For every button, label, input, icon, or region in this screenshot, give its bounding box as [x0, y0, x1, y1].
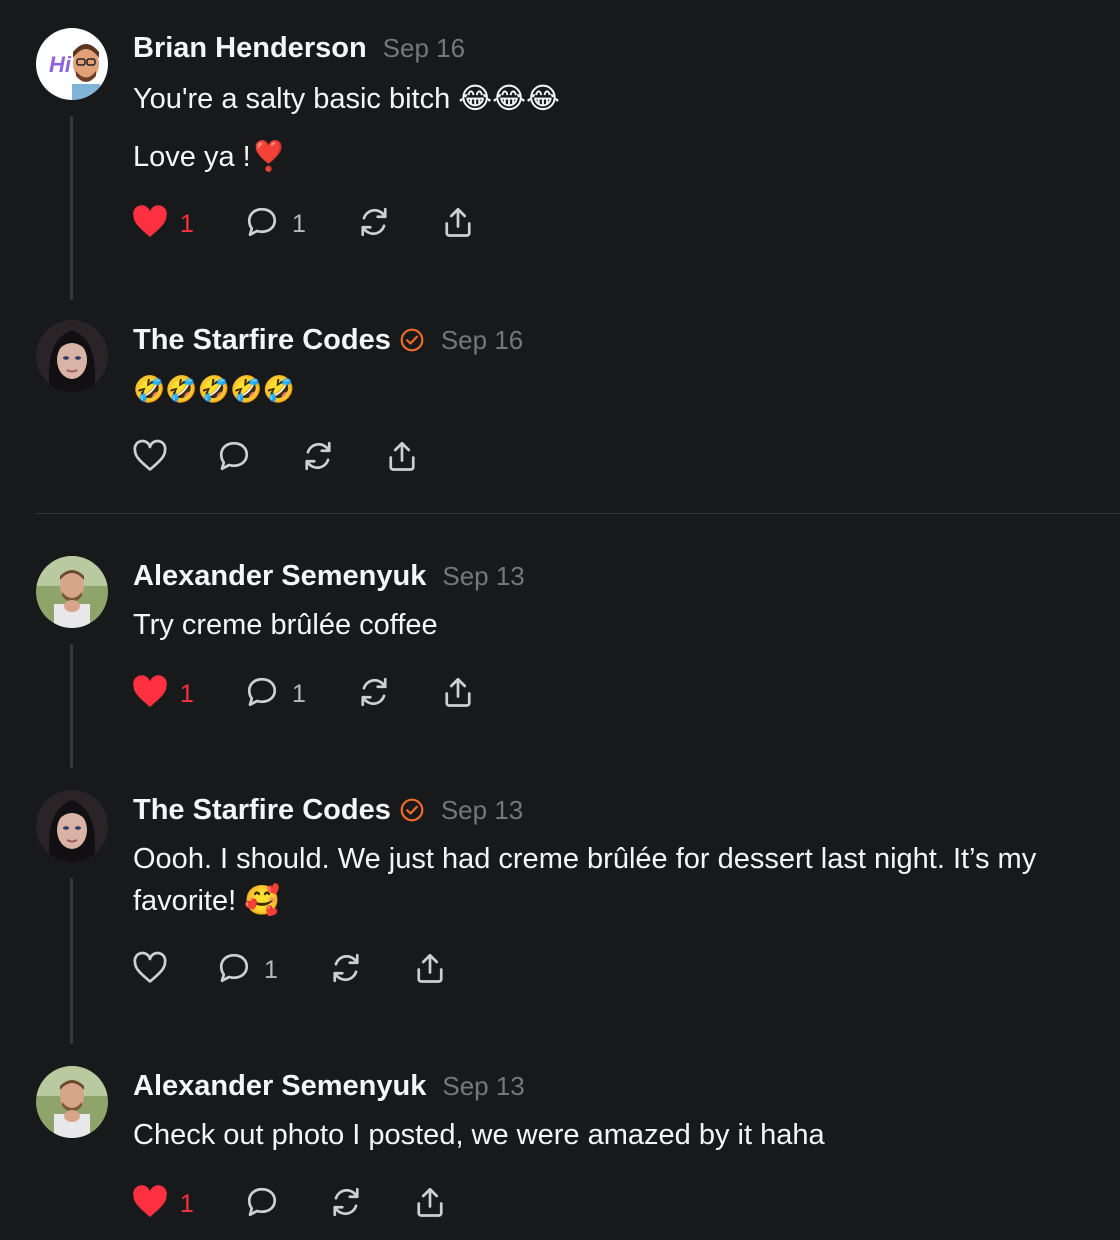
post-text-line: Check out photo I posted, we were amazed… — [133, 1119, 825, 1151]
reply-count: 1 — [292, 679, 306, 708]
post-date: Sep 13 — [442, 560, 525, 591]
post-text-line: Love ya !❣️ — [133, 141, 287, 173]
reply-count: 1 — [264, 955, 278, 984]
heart-filled-icon — [132, 204, 168, 244]
share-icon — [440, 674, 476, 715]
repost-icon — [328, 1184, 364, 1225]
heart-filled-icon — [132, 1184, 168, 1224]
heart-icon — [132, 951, 168, 990]
post-text-line: You're a salty basic bitch 😂😂😂 — [133, 83, 560, 115]
verified-badge-icon — [399, 797, 425, 823]
author-name[interactable]: The Starfire Codes — [133, 324, 391, 357]
thread-line — [70, 116, 73, 300]
share-button[interactable] — [412, 950, 448, 990]
comment-icon — [244, 204, 280, 245]
repost-icon — [356, 204, 392, 245]
like-count: 1 — [180, 679, 194, 708]
avatar[interactable] — [36, 790, 108, 862]
share-icon — [440, 204, 476, 245]
author-name[interactable]: The Starfire Codes — [133, 794, 391, 827]
avatar[interactable]: Hi — [36, 28, 108, 100]
like-count: 1 — [180, 209, 194, 238]
like-button[interactable]: 1 — [132, 1184, 194, 1224]
share-icon — [412, 950, 448, 991]
comment-icon — [244, 674, 280, 715]
post-text-line: 🤣🤣🤣🤣🤣 — [133, 374, 295, 404]
post-date: Sep 16 — [440, 324, 524, 355]
post-body: 🤣🤣🤣🤣🤣 — [133, 368, 1108, 410]
post-date: Sep 16 — [382, 32, 466, 63]
repost-button[interactable] — [328, 950, 364, 990]
repost-button[interactable] — [300, 438, 336, 478]
reply-button[interactable] — [244, 1184, 280, 1224]
share-icon — [384, 438, 420, 479]
repost-button[interactable] — [356, 204, 392, 244]
post-body: Try creme brûlée coffee — [133, 604, 1108, 646]
reply-button[interactable]: 1 — [244, 674, 306, 714]
comment-icon — [244, 1184, 280, 1225]
like-button[interactable] — [132, 438, 168, 478]
reply-button[interactable] — [216, 438, 252, 478]
avatar[interactable] — [36, 1066, 108, 1138]
repost-button[interactable] — [328, 1184, 364, 1224]
avatar[interactable] — [36, 556, 108, 628]
share-button[interactable] — [440, 204, 476, 244]
author-name[interactable]: Alexander Semenyuk — [133, 1070, 426, 1103]
post-body: You're a salty basic bitch 😂😂😂 Love ya !… — [133, 78, 1108, 178]
repost-button[interactable] — [356, 674, 392, 714]
comment-icon — [216, 438, 252, 479]
thread-line — [70, 878, 73, 1044]
repost-icon — [300, 438, 336, 479]
post-text-line: Try creme brûlée coffee — [133, 609, 438, 641]
reply-button[interactable]: 1 — [216, 950, 278, 990]
share-icon — [412, 1184, 448, 1225]
avatar[interactable] — [36, 320, 108, 392]
repost-icon — [328, 950, 364, 991]
like-button[interactable]: 1 — [132, 674, 194, 714]
like-button[interactable] — [132, 950, 168, 990]
post-body: Oooh. I should. We just had creme brûlée… — [133, 838, 1108, 922]
like-count: 1 — [180, 1189, 194, 1218]
reply-button[interactable]: 1 — [244, 204, 306, 244]
svg-text:Hi: Hi — [49, 52, 72, 77]
thread-line — [70, 644, 73, 768]
author-name[interactable]: Alexander Semenyuk — [133, 560, 426, 593]
post-text-line: Oooh. I should. We just had creme brûlée… — [133, 843, 1037, 917]
divider — [36, 513, 1120, 514]
share-button[interactable] — [412, 1184, 448, 1224]
verified-badge-icon — [399, 327, 425, 353]
heart-filled-icon — [132, 674, 168, 714]
post-body: Check out photo I posted, we were amazed… — [133, 1114, 1108, 1156]
heart-icon — [132, 439, 168, 478]
repost-icon — [356, 674, 392, 715]
author-name[interactable]: Brian Henderson — [133, 32, 367, 65]
post-date: Sep 13 — [442, 1070, 525, 1101]
post-date: Sep 13 — [440, 794, 524, 825]
reply-count: 1 — [292, 209, 306, 238]
comment-icon — [216, 950, 252, 991]
like-button[interactable]: 1 — [132, 204, 194, 244]
share-button[interactable] — [440, 674, 476, 714]
share-button[interactable] — [384, 438, 420, 478]
